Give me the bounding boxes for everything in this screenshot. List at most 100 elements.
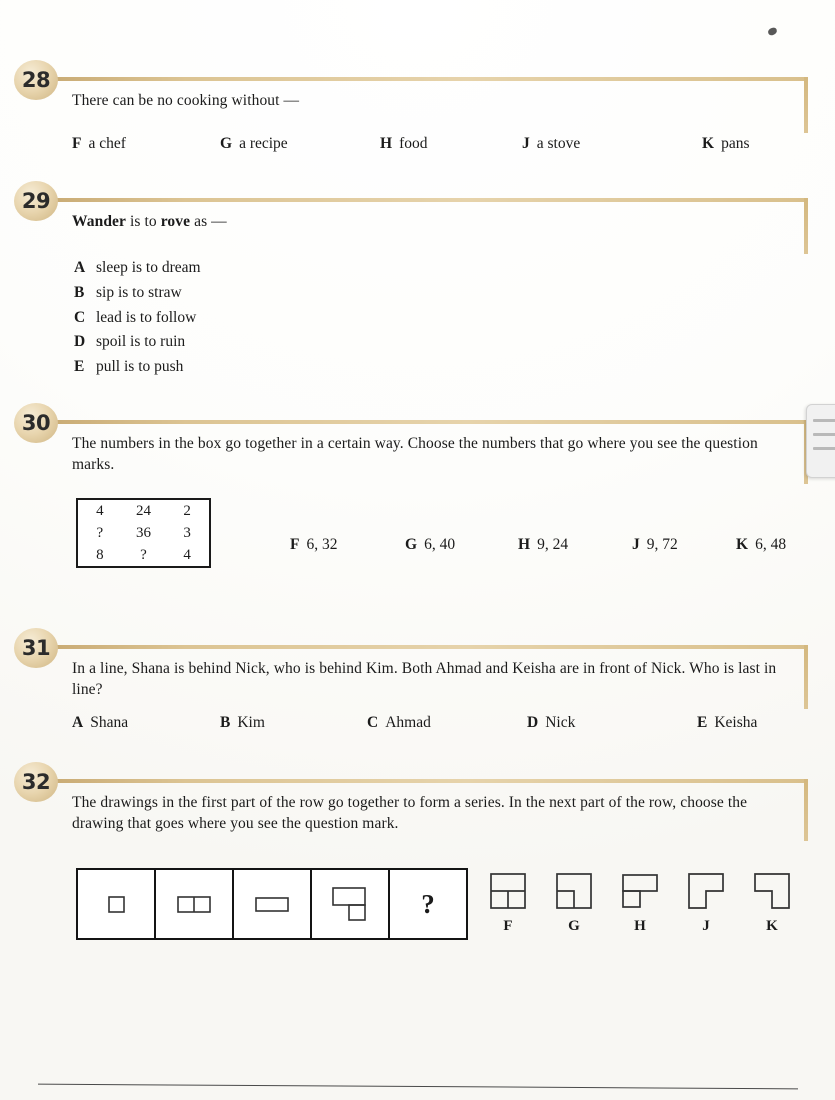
- choice-30-K[interactable]: K 6, 48: [736, 536, 786, 554]
- choice-29-D[interactable]: Dspoil is to ruin: [74, 330, 201, 355]
- choice-letter: G: [568, 918, 580, 934]
- choice-28-H[interactable]: Hfood: [380, 135, 427, 153]
- table-row: 4 24 2: [78, 500, 209, 522]
- choice-letter: C: [74, 308, 86, 326]
- choice-30-G[interactable]: G 6, 40: [405, 536, 455, 554]
- question-29-choices: Asleep is to dream Bsip is to straw Clea…: [74, 256, 201, 380]
- choice-32-J[interactable]: J: [684, 868, 728, 935]
- question-30-stem: The numbers in the box go together in a …: [72, 435, 758, 474]
- grid-cell-r2c2: 36: [135, 524, 151, 541]
- question-32-body: The drawings in the first part of the ro…: [72, 792, 787, 835]
- hamburger-line-3: [813, 447, 835, 450]
- number-grid-table: 4 24 2 ? 36 3 8 ? 4: [78, 500, 209, 566]
- grid-cell-r3c2: ?: [140, 546, 147, 563]
- choice-letter: G: [220, 135, 233, 152]
- choice-letter: D: [527, 714, 539, 731]
- choice-letter: B: [220, 714, 231, 731]
- table-row: 8 ? 4: [78, 544, 209, 566]
- l-shape-notch-bottom-right-icon: [684, 868, 728, 914]
- choice-letter: F: [290, 536, 300, 553]
- choice-letter: G: [405, 536, 418, 553]
- grid-cell-r3c3: 4: [183, 546, 191, 563]
- series-figure-1: [78, 870, 156, 938]
- question-31-stem: In a line, Shana is behind Nick, who is …: [72, 660, 777, 699]
- choice-28-F[interactable]: Fa chef: [72, 135, 126, 153]
- number-grid: 4 24 2 ? 36 3 8 ? 4: [76, 498, 211, 568]
- choice-text: Ahmad: [385, 714, 431, 731]
- choice-text: 6, 40: [424, 536, 456, 553]
- choice-letter: D: [74, 333, 86, 351]
- choice-28-K[interactable]: Kpans: [702, 135, 749, 153]
- choice-29-B[interactable]: Bsip is to straw: [74, 281, 201, 306]
- hamburger-line-1: [813, 419, 835, 422]
- square-top-band-two-bottom-cells-icon: [486, 868, 530, 914]
- footer-rule: [38, 1083, 798, 1090]
- choice-31-B[interactable]: B Kim: [220, 714, 265, 732]
- two-cell-rect-icon: [177, 896, 211, 913]
- question-rule: [50, 645, 808, 649]
- choice-text: 6, 48: [755, 536, 787, 553]
- choice-text: 9, 72: [646, 536, 678, 553]
- small-square-icon: [108, 896, 125, 913]
- wide-rect-with-square-below-right-icon: [332, 887, 366, 921]
- question-28-body: There can be no cooking without —: [72, 90, 792, 111]
- question-rule-cap: [804, 77, 808, 133]
- question-number-badge: 29: [14, 181, 58, 221]
- question-rule-cap: [804, 779, 808, 841]
- choice-letter: J: [522, 135, 530, 152]
- choice-32-F[interactable]: F: [486, 868, 530, 935]
- choice-32-G[interactable]: G: [552, 868, 596, 935]
- question-rule: [50, 420, 808, 424]
- choice-text: food: [399, 135, 428, 152]
- choice-text: 9, 24: [537, 536, 569, 553]
- choice-29-A[interactable]: Asleep is to dream: [74, 256, 201, 281]
- choice-31-C[interactable]: C Ahmad: [367, 714, 431, 732]
- choice-letter: H: [380, 135, 393, 152]
- choice-30-H[interactable]: H 9, 24: [518, 536, 568, 554]
- choice-letter: B: [74, 283, 85, 301]
- grid-cell-r1c1: 4: [96, 502, 104, 519]
- choice-31-A[interactable]: A Shana: [72, 714, 128, 732]
- choice-28-G[interactable]: Ga recipe: [220, 135, 288, 153]
- choice-32-H[interactable]: H: [618, 868, 662, 935]
- question-rule: [50, 198, 808, 202]
- choice-letter: E: [74, 358, 85, 376]
- choice-31-D[interactable]: D Nick: [527, 714, 575, 732]
- grid-cell-r1c2: 24: [135, 502, 151, 519]
- question-rule: [50, 77, 808, 81]
- choice-30-F[interactable]: F 6, 32: [290, 536, 337, 554]
- question-number-badge: 30: [14, 403, 58, 443]
- question-number-badge: 32: [14, 762, 58, 802]
- choice-text: pull is to push: [96, 358, 184, 376]
- square-with-small-square-bottom-left-icon: [552, 868, 596, 914]
- hamburger-line-2: [813, 433, 835, 436]
- choice-32-K[interactable]: K: [750, 868, 794, 935]
- choice-letter: K: [736, 536, 749, 553]
- choice-29-C[interactable]: Clead is to follow: [74, 306, 201, 331]
- question-rule-cap: [804, 198, 808, 254]
- table-row: ? 36 3: [78, 522, 209, 544]
- choice-letter: C: [367, 714, 379, 731]
- question-32-choices: F G H J K: [486, 868, 794, 935]
- stem-bold-word-1: Wander: [72, 213, 126, 230]
- stem-plain-2: as —: [190, 213, 227, 230]
- grid-cell-r2c1: ?: [96, 524, 104, 541]
- choice-text: a chef: [88, 135, 126, 152]
- choice-text: 6, 32: [306, 536, 338, 553]
- question-32-stem: The drawings in the first part of the ro…: [72, 794, 748, 833]
- choice-30-J[interactable]: J 9, 72: [632, 536, 678, 554]
- choice-28-J[interactable]: Ja stove: [522, 135, 580, 153]
- choice-letter: J: [702, 918, 710, 934]
- question-28-stem: There can be no cooking without —: [72, 92, 300, 109]
- choice-29-E[interactable]: Epull is to push: [74, 355, 201, 380]
- question-rule: [50, 779, 808, 783]
- question-31-body: In a line, Shana is behind Nick, who is …: [72, 658, 787, 701]
- choice-letter: H: [634, 918, 646, 934]
- question-mark-label: ?: [421, 888, 435, 919]
- choice-text: Keisha: [714, 714, 758, 731]
- choice-text: Nick: [545, 714, 576, 731]
- question-30-body: The numbers in the box go together in a …: [72, 433, 802, 476]
- choice-text: a recipe: [239, 135, 288, 152]
- side-menu-tab[interactable]: [806, 404, 835, 478]
- choice-31-E[interactable]: E Keisha: [697, 714, 757, 732]
